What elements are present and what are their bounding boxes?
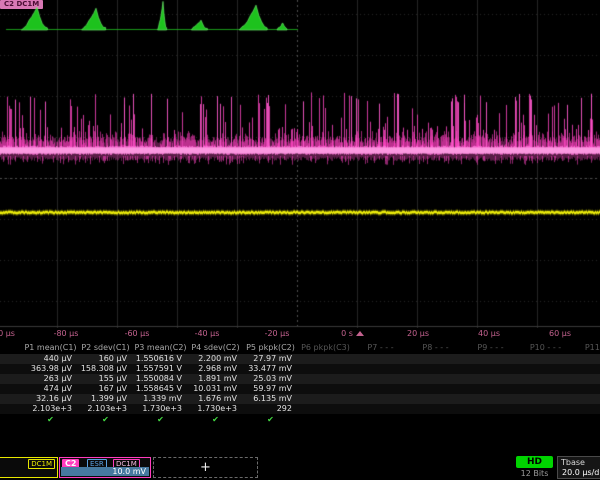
plus-icon: + bbox=[200, 460, 211, 475]
status-check-icon: ✔ bbox=[78, 415, 133, 425]
measure-cell: 1.730e+3 bbox=[133, 404, 182, 414]
histogram-strip[interactable] bbox=[0, 0, 600, 34]
time-axis-label: 40 µs bbox=[478, 329, 500, 338]
time-axis-label: -80 µs bbox=[54, 329, 79, 338]
measure-column-header[interactable]: P1 mean(C1) bbox=[23, 343, 78, 353]
measure-column-header[interactable]: P9 - - - bbox=[463, 343, 518, 353]
measure-column-header[interactable]: P10 - - - bbox=[518, 343, 573, 353]
oscilloscope-screen: C2 DC1M -100 µs-80 µs-60 µs-40 µs-20 µs0… bbox=[0, 0, 600, 480]
measure-cell: 10.031 mV bbox=[188, 384, 237, 394]
measure-cell: 33.477 mV bbox=[243, 364, 292, 374]
measure-cell: 263 µV bbox=[23, 374, 72, 384]
hd-mode-badge[interactable]: HD bbox=[516, 456, 553, 468]
add-trace-button[interactable]: + bbox=[153, 457, 258, 478]
descriptor-bar: DC1M 0 mV C2 ESR DC1M 10.0 mV + HD 12 Bi… bbox=[0, 456, 600, 480]
measure-column-header[interactable]: P3 mean(C2) bbox=[133, 343, 188, 353]
trigger-position-icon[interactable] bbox=[356, 331, 364, 336]
measure-cell: 25.03 mV bbox=[243, 374, 292, 384]
measure-cell: 1.558645 V bbox=[133, 384, 182, 394]
status-check-icon: ✔ bbox=[188, 415, 243, 425]
waveform-display[interactable] bbox=[0, 0, 600, 328]
measure-cell: 1.399 µV bbox=[78, 394, 127, 404]
time-axis-label: -40 µs bbox=[195, 329, 220, 338]
measure-column-header[interactable]: P5 pkpk(C2) bbox=[243, 343, 298, 353]
time-axis: -100 µs -80 µs -60 µs -40 µs -20 µs 0 s 20 µs 4… bbox=[0, 328, 600, 343]
measure-cell: 363.98 µV bbox=[23, 364, 72, 374]
measure-cell: 474 µV bbox=[23, 384, 72, 394]
measure-cell: 440 µV bbox=[23, 354, 72, 364]
time-axis-label: 60 µs bbox=[549, 329, 571, 338]
status-check-icon: ✔ bbox=[243, 415, 298, 425]
measure-cell: 2.103e+3 bbox=[78, 404, 127, 414]
measure-cell: 59.97 mV bbox=[243, 384, 292, 394]
measure-cell: 1.891 mV bbox=[188, 374, 237, 384]
measure-cell: 155 µV bbox=[78, 374, 127, 384]
measure-cell: 292 bbox=[243, 404, 292, 414]
measure-cell: 160 µV bbox=[78, 354, 127, 364]
measure-cell: 167 µV bbox=[78, 384, 127, 394]
measure-cell: 1.676 mV bbox=[188, 394, 237, 404]
time-axis-label: 20 µs bbox=[407, 329, 429, 338]
measure-cell: 32.16 µV bbox=[23, 394, 72, 404]
measure-cell: 2.200 mV bbox=[188, 354, 237, 364]
measure-column-header[interactable]: P6 pkpk(C3) bbox=[298, 343, 353, 353]
time-axis-label: 0 s bbox=[341, 329, 353, 338]
hd-bits-label: 12 Bits bbox=[514, 469, 555, 478]
measure-cell: 1.730e+3 bbox=[188, 404, 237, 414]
timebase-descriptor[interactable]: Tbase 20.0 µs/div bbox=[557, 456, 600, 479]
c2-vdiv-value: 10.0 mV bbox=[61, 467, 149, 476]
measure-cell: 1.550616 V bbox=[133, 354, 182, 364]
measure-cell: 158.308 µV bbox=[78, 364, 127, 374]
status-check-icon: ✔ bbox=[133, 415, 188, 425]
time-axis-label: -20 µs bbox=[265, 329, 290, 338]
timebase-label: Tbase bbox=[561, 458, 585, 467]
measure-column-header[interactable]: P7 - - - bbox=[353, 343, 408, 353]
measure-column-header[interactable]: P4 sdev(C2) bbox=[188, 343, 243, 353]
measure-cell: 2.103e+3 bbox=[23, 404, 72, 414]
c1-vdiv-value: 0 mV bbox=[0, 467, 56, 476]
measure-column-header[interactable]: P8 - - - bbox=[408, 343, 463, 353]
status-check-icon: ✔ bbox=[23, 415, 78, 425]
measure-column-header[interactable]: P2 sdev(C1) bbox=[78, 343, 133, 353]
measure-cell: 2.968 mV bbox=[188, 364, 237, 374]
measure-cell: 1.550084 V bbox=[133, 374, 182, 384]
channel-descriptor-c2[interactable]: C2 ESR DC1M 10.0 mV bbox=[59, 457, 151, 478]
timebase-value: 20.0 µs/div bbox=[562, 468, 600, 477]
measure-cell: 1.557591 V bbox=[133, 364, 182, 374]
measure-table: P1 mean(C1)P2 sdev(C1)P3 mean(C2)P4 sdev… bbox=[0, 343, 600, 426]
measure-cell: 1.339 mV bbox=[133, 394, 182, 404]
time-axis-label: -60 µs bbox=[125, 329, 150, 338]
time-axis-label: -100 µs bbox=[0, 329, 15, 338]
channel-descriptor-c1[interactable]: DC1M 0 mV bbox=[0, 457, 58, 478]
measure-cell: 6.135 mV bbox=[243, 394, 292, 404]
measure-cell: 27.97 mV bbox=[243, 354, 292, 364]
measure-column-header[interactable]: P11 - - - bbox=[573, 343, 600, 353]
